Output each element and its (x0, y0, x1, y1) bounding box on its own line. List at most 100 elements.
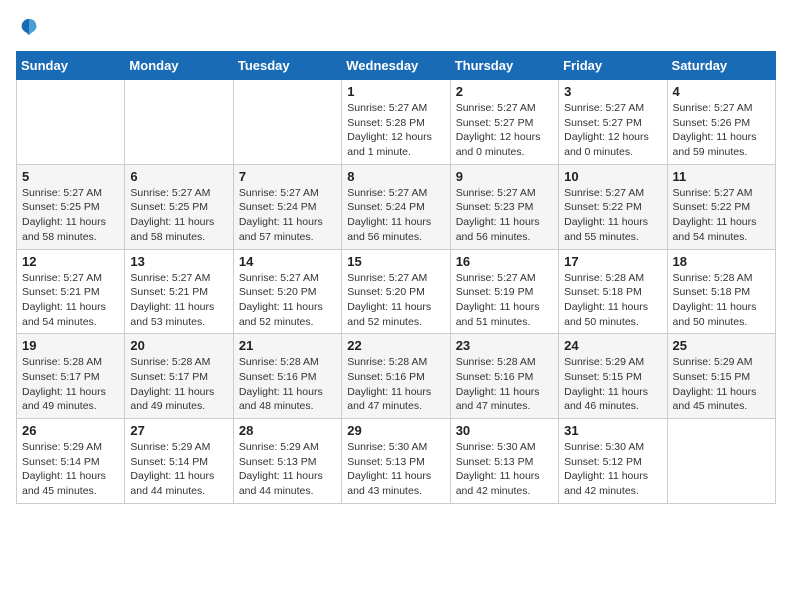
day-number: 11 (673, 169, 770, 184)
day-info: Sunrise: 5:27 AMSunset: 5:22 PMDaylight:… (564, 186, 661, 245)
day-info: Sunrise: 5:27 AMSunset: 5:22 PMDaylight:… (673, 186, 770, 245)
day-number: 6 (130, 169, 227, 184)
day-info: Sunrise: 5:29 AMSunset: 5:15 PMDaylight:… (564, 355, 661, 414)
calendar-cell: 30Sunrise: 5:30 AMSunset: 5:13 PMDayligh… (450, 419, 558, 504)
day-info: Sunrise: 5:27 AMSunset: 5:21 PMDaylight:… (22, 271, 119, 330)
day-info: Sunrise: 5:30 AMSunset: 5:13 PMDaylight:… (347, 440, 444, 499)
day-of-week-header: Friday (559, 52, 667, 80)
day-info: Sunrise: 5:30 AMSunset: 5:12 PMDaylight:… (564, 440, 661, 499)
day-number: 21 (239, 338, 336, 353)
day-number: 20 (130, 338, 227, 353)
logo (16, 16, 42, 43)
calendar-cell (667, 419, 775, 504)
day-of-week-header: Tuesday (233, 52, 341, 80)
calendar-cell: 9 Sunrise: 5:27 AMSunset: 5:23 PMDaylight… (450, 164, 558, 249)
day-info: Sunrise: 5:27 AMSunset: 5:20 PMDaylight:… (347, 271, 444, 330)
calendar-cell (233, 80, 341, 165)
day-number: 10 (564, 169, 661, 184)
day-info: Sunrise: 5:28 AMSunset: 5:17 PMDaylight:… (130, 355, 227, 414)
day-number: 31 (564, 423, 661, 438)
day-info: Sunrise: 5:27 AMSunset: 5:25 PMDaylight:… (22, 186, 119, 245)
calendar-cell: 14Sunrise: 5:27 AMSunset: 5:20 PMDayligh… (233, 249, 341, 334)
page-header (16, 16, 776, 43)
day-number: 16 (456, 254, 553, 269)
calendar-cell (17, 80, 125, 165)
day-number: 27 (130, 423, 227, 438)
day-info: Sunrise: 5:28 AMSunset: 5:16 PMDaylight:… (347, 355, 444, 414)
calendar-cell: 5 Sunrise: 5:27 AMSunset: 5:25 PMDaylight… (17, 164, 125, 249)
day-number: 18 (673, 254, 770, 269)
calendar-cell: 19 Sunrise: 5:28 AMSunset: 5:17 PMDayligh… (17, 334, 125, 419)
calendar-cell: 24 Sunrise: 5:29 AMSunset: 5:15 PMDayligh… (559, 334, 667, 419)
calendar-cell: 29Sunrise: 5:30 AMSunset: 5:13 PMDayligh… (342, 419, 450, 504)
day-number: 15 (347, 254, 444, 269)
calendar-cell: 13Sunrise: 5:27 AMSunset: 5:21 PMDayligh… (125, 249, 233, 334)
calendar-cell: 17 Sunrise: 5:28 AMSunset: 5:18 PMDayligh… (559, 249, 667, 334)
day-number: 9 (456, 169, 553, 184)
calendar-cell: 15 Sunrise: 5:27 AMSunset: 5:20 PMDayligh… (342, 249, 450, 334)
day-number: 28 (239, 423, 336, 438)
calendar-week-row: 1 Sunrise: 5:27 AMSunset: 5:28 PMDaylight… (17, 80, 776, 165)
calendar-cell: 10 Sunrise: 5:27 AMSunset: 5:22 PMDayligh… (559, 164, 667, 249)
calendar-week-row: 26 Sunrise: 5:29 AMSunset: 5:14 PMDayligh… (17, 419, 776, 504)
day-info: Sunrise: 5:29 AMSunset: 5:15 PMDaylight:… (673, 355, 770, 414)
calendar-cell: 27 Sunrise: 5:29 AMSunset: 5:14 PMDayligh… (125, 419, 233, 504)
day-info: Sunrise: 5:27 AMSunset: 5:24 PMDaylight:… (239, 186, 336, 245)
calendar-cell: 21Sunrise: 5:28 AMSunset: 5:16 PMDayligh… (233, 334, 341, 419)
calendar-cell: 28 Sunrise: 5:29 AMSunset: 5:13 PMDayligh… (233, 419, 341, 504)
day-number: 2 (456, 84, 553, 99)
calendar-cell: 16 Sunrise: 5:27 AMSunset: 5:19 PMDayligh… (450, 249, 558, 334)
logo-icon (18, 16, 40, 38)
day-info: Sunrise: 5:29 AMSunset: 5:14 PMDaylight:… (22, 440, 119, 499)
calendar-cell: 31 Sunrise: 5:30 AMSunset: 5:12 PMDayligh… (559, 419, 667, 504)
calendar-cell: 20 Sunrise: 5:28 AMSunset: 5:17 PMDayligh… (125, 334, 233, 419)
day-number: 7 (239, 169, 336, 184)
day-of-week-header: Monday (125, 52, 233, 80)
day-number: 26 (22, 423, 119, 438)
day-info: Sunrise: 5:27 AMSunset: 5:28 PMDaylight:… (347, 101, 444, 160)
day-of-week-header: Saturday (667, 52, 775, 80)
calendar-week-row: 12 Sunrise: 5:27 AMSunset: 5:21 PMDayligh… (17, 249, 776, 334)
calendar-cell: 18 Sunrise: 5:28 AMSunset: 5:18 PMDayligh… (667, 249, 775, 334)
day-info: Sunrise: 5:27 AMSunset: 5:26 PMDaylight:… (673, 101, 770, 160)
calendar-table: SundayMondayTuesdayWednesdayThursdayFrid… (16, 51, 776, 504)
day-info: Sunrise: 5:27 AMSunset: 5:23 PMDaylight:… (456, 186, 553, 245)
calendar-cell: 12 Sunrise: 5:27 AMSunset: 5:21 PMDayligh… (17, 249, 125, 334)
day-info: Sunrise: 5:27 AMSunset: 5:24 PMDaylight:… (347, 186, 444, 245)
day-info: Sunrise: 5:27 AMSunset: 5:27 PMDaylight:… (456, 101, 553, 160)
day-number: 1 (347, 84, 444, 99)
day-number: 4 (673, 84, 770, 99)
day-number: 24 (564, 338, 661, 353)
day-info: Sunrise: 5:30 AMSunset: 5:13 PMDaylight:… (456, 440, 553, 499)
day-of-week-header: Wednesday (342, 52, 450, 80)
day-of-week-header: Thursday (450, 52, 558, 80)
day-number: 3 (564, 84, 661, 99)
day-number: 12 (22, 254, 119, 269)
day-info: Sunrise: 5:28 AMSunset: 5:18 PMDaylight:… (673, 271, 770, 330)
day-number: 17 (564, 254, 661, 269)
calendar-cell: 8 Sunrise: 5:27 AMSunset: 5:24 PMDaylight… (342, 164, 450, 249)
calendar-cell: 22Sunrise: 5:28 AMSunset: 5:16 PMDayligh… (342, 334, 450, 419)
day-info: Sunrise: 5:29 AMSunset: 5:14 PMDaylight:… (130, 440, 227, 499)
day-info: Sunrise: 5:27 AMSunset: 5:19 PMDaylight:… (456, 271, 553, 330)
calendar-cell: 25 Sunrise: 5:29 AMSunset: 5:15 PMDayligh… (667, 334, 775, 419)
calendar-cell: 11 Sunrise: 5:27 AMSunset: 5:22 PMDayligh… (667, 164, 775, 249)
day-info: Sunrise: 5:28 AMSunset: 5:16 PMDaylight:… (456, 355, 553, 414)
calendar-week-row: 19 Sunrise: 5:28 AMSunset: 5:17 PMDayligh… (17, 334, 776, 419)
day-info: Sunrise: 5:28 AMSunset: 5:17 PMDaylight:… (22, 355, 119, 414)
day-info: Sunrise: 5:28 AMSunset: 5:18 PMDaylight:… (564, 271, 661, 330)
day-info: Sunrise: 5:29 AMSunset: 5:13 PMDaylight:… (239, 440, 336, 499)
calendar-cell: 4 Sunrise: 5:27 AMSunset: 5:26 PMDaylight… (667, 80, 775, 165)
day-number: 19 (22, 338, 119, 353)
day-number: 5 (22, 169, 119, 184)
calendar-cell: 7 Sunrise: 5:27 AMSunset: 5:24 PMDaylight… (233, 164, 341, 249)
day-number: 25 (673, 338, 770, 353)
day-of-week-header: Sunday (17, 52, 125, 80)
calendar-cell (125, 80, 233, 165)
day-info: Sunrise: 5:27 AMSunset: 5:21 PMDaylight:… (130, 271, 227, 330)
day-number: 8 (347, 169, 444, 184)
day-info: Sunrise: 5:27 AMSunset: 5:20 PMDaylight:… (239, 271, 336, 330)
day-info: Sunrise: 5:27 AMSunset: 5:27 PMDaylight:… (564, 101, 661, 160)
calendar-cell: 26 Sunrise: 5:29 AMSunset: 5:14 PMDayligh… (17, 419, 125, 504)
calendar-cell: 1 Sunrise: 5:27 AMSunset: 5:28 PMDaylight… (342, 80, 450, 165)
